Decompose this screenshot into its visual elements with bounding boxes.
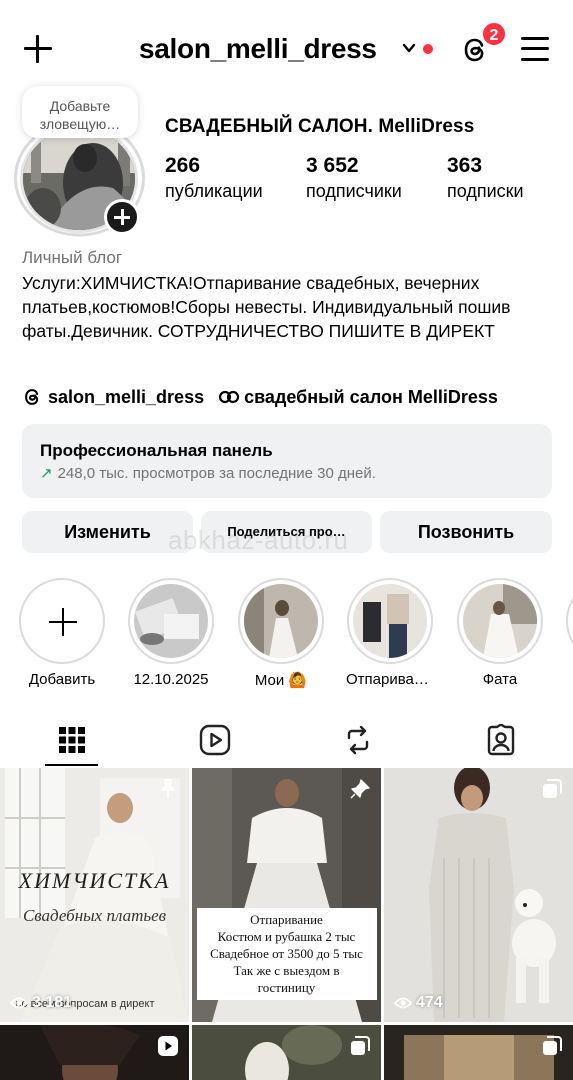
eye-icon: [394, 997, 412, 1009]
price-line: гостиницу: [257, 980, 316, 995]
stat-label: публикации: [165, 181, 263, 201]
stat-value: 3 652: [306, 154, 359, 177]
carousel-icon: [543, 779, 562, 798]
highlight-label: 12.10.2025: [133, 671, 209, 688]
link-icon: [218, 390, 240, 404]
highlight-label: Фата: [482, 671, 518, 688]
highlight-cover: [244, 584, 318, 658]
highlight-item-partial[interactable]: [566, 578, 573, 664]
post-thumbnail[interactable]: Отпаривание Костюм и рубашка 2 тыс Сваде…: [192, 768, 381, 1022]
external-link[interactable]: свадебный салон MelliDress: [218, 386, 498, 408]
tagged-icon: [487, 724, 514, 756]
price-line: Свадебное от 3500 до 5 тыс: [210, 946, 363, 961]
post-thumbnail[interactable]: [0, 1025, 189, 1080]
unread-dot: [423, 44, 433, 54]
highlight-ring: [347, 578, 433, 664]
stat-label: подписчики: [306, 181, 402, 201]
pin-icon: [350, 779, 370, 799]
call-button[interactable]: Позвонить: [380, 511, 552, 553]
trend-up-arrow-icon: ↗: [40, 465, 53, 482]
post-views: 474: [394, 994, 443, 1012]
add-story-plus-icon[interactable]: [104, 199, 140, 235]
share-profile-label: Поделиться про…: [227, 524, 346, 539]
post-views: 3 181: [10, 994, 72, 1012]
price-line: Костюм и рубашка 2 тыс: [217, 929, 356, 944]
post-views-count: 474: [416, 994, 443, 1011]
tab-reposts[interactable]: [286, 714, 429, 766]
highlight-item[interactable]: Отпариван…: [346, 578, 434, 688]
reposts-icon: [347, 725, 368, 755]
top-bar: salon_melli_dress 2: [0, 0, 573, 100]
plus-icon: [49, 608, 77, 636]
menu-hamburger-icon[interactable]: [521, 36, 549, 62]
notification-badge: 2: [481, 21, 507, 47]
highlight-label: Добавить: [28, 671, 96, 688]
price-line: Отпаривание: [250, 912, 323, 927]
highlight-ring: [19, 578, 105, 664]
professional-dashboard[interactable]: Профессиональная панель ↗ 248,0 тыс. про…: [22, 424, 552, 498]
price-line: Так же с выездом в: [233, 963, 340, 978]
highlight-ring: [238, 578, 324, 664]
highlight-add[interactable]: Добавить: [18, 578, 106, 688]
edit-profile-button[interactable]: Изменить: [22, 511, 193, 553]
external-link-text: свадебный салон MelliDress: [244, 386, 498, 407]
carousel-icon: [543, 1036, 562, 1055]
highlight-label: Мои 🙆: [254, 672, 308, 689]
stat-value: 266: [165, 154, 201, 177]
post-price-list: Отпаривание Костюм и рубашка 2 тыс Сваде…: [192, 911, 381, 996]
note-text: Добавьте зловещую…: [39, 98, 121, 132]
tab-reels[interactable]: [143, 714, 286, 766]
profile-links: salon_melli_dress свадебный салон MelliD…: [22, 384, 512, 410]
highlight-cover: [134, 584, 208, 658]
highlight-label: Отпариван…: [346, 671, 434, 688]
highlight-item[interactable]: Фата: [456, 578, 544, 688]
profile-tabs: [0, 714, 573, 768]
chevron-down-icon[interactable]: [402, 41, 416, 55]
stat-label: подписки: [447, 181, 524, 201]
pro-panel-subtitle: ↗ 248,0 тыс. просмотров за последние 30 …: [40, 464, 376, 483]
highlight-ring: [457, 578, 543, 664]
carousel-icon: [351, 1036, 370, 1055]
profile-category: Личный блог: [22, 248, 123, 267]
stat-following[interactable]: 363 подписки: [447, 152, 524, 202]
reels-icon: [158, 1036, 178, 1056]
call-label: Позвонить: [417, 522, 515, 542]
tab-tagged[interactable]: [429, 714, 572, 766]
stat-value: 363: [447, 154, 483, 177]
share-profile-button[interactable]: Поделиться про…: [201, 511, 372, 553]
post-thumbnail[interactable]: ХИМЧИСТКА Свадебных платьев по всем вопр…: [0, 768, 189, 1022]
pin-icon: [160, 779, 176, 798]
active-tab-indicator: [45, 764, 98, 766]
threads-link[interactable]: salon_melli_dress: [22, 386, 204, 408]
threads-link-text: salon_melli_dress: [48, 386, 205, 407]
profile-bio: Услуги:ХИМЧИСТКА!Отпаривание свадебных, …: [22, 273, 511, 341]
post-thumbnail[interactable]: 474: [384, 768, 573, 1022]
post-views-count: 3 181: [32, 994, 73, 1011]
post-thumbnail[interactable]: [384, 1025, 573, 1080]
stat-posts[interactable]: 266 публикации: [165, 152, 263, 202]
pro-panel-views-text: 248,0 тыс. просмотров за последние 30 дн…: [57, 464, 376, 482]
highlight-cover: [353, 584, 427, 658]
profile-full-name: СВАДЕБНЫЙ САЛОН. MelliDress: [165, 116, 475, 137]
stat-followers[interactable]: 3 652 подписчики: [306, 152, 402, 202]
threads-icon: [25, 389, 39, 405]
note-bubble[interactable]: Добавьте зловещую…: [22, 86, 138, 138]
highlight-ring: [128, 578, 214, 664]
reels-icon: [199, 724, 230, 756]
highlight-item[interactable]: 12.10.2025: [127, 578, 215, 688]
create-plus-icon[interactable]: [22, 33, 54, 65]
post-thumbnail[interactable]: [192, 1025, 381, 1080]
highlight-ring: [566, 578, 573, 664]
grid-icon: [58, 727, 85, 753]
highlight-cover: [463, 584, 537, 658]
pro-panel-title: Профессиональная панель: [40, 441, 273, 460]
edit-profile-label: Изменить: [64, 522, 151, 542]
tab-posts[interactable]: [0, 714, 143, 766]
highlight-item[interactable]: Мои 🙆: [237, 578, 325, 689]
post-caption-subtitle: Свадебных платьев: [22, 906, 167, 925]
post-caption-title: ХИМЧИСТКА: [18, 868, 171, 893]
profile-username[interactable]: salon_melli_dress: [139, 33, 377, 65]
eye-icon: [10, 997, 28, 1009]
